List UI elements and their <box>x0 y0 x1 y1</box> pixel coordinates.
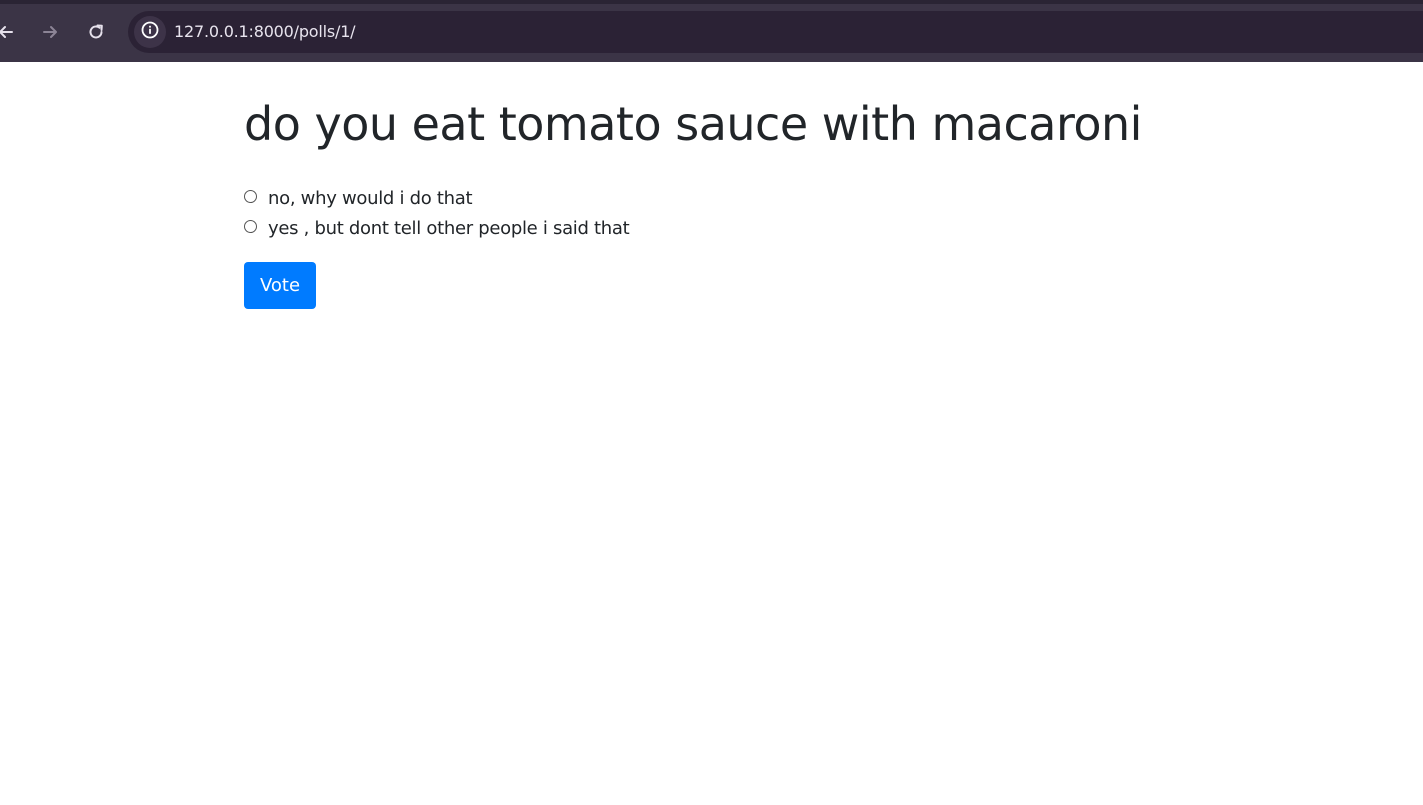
reload-icon <box>86 22 106 42</box>
site-info-button[interactable] <box>134 16 166 48</box>
tab-strip-edge <box>0 0 1423 4</box>
reload-button[interactable] <box>82 18 110 46</box>
arrow-left-icon <box>0 22 16 42</box>
back-button[interactable] <box>0 18 20 46</box>
info-circle-icon <box>140 20 160 44</box>
choice-option[interactable]: yes , but dont tell other people i said … <box>244 214 630 242</box>
poll-question-title: do you eat tomato sauce with macaroni <box>244 97 1142 151</box>
choice-radio[interactable] <box>244 189 257 203</box>
vote-button[interactable]: Vote <box>244 262 316 309</box>
choice-label[interactable]: yes , but dont tell other people i said … <box>268 218 630 239</box>
choice-option[interactable]: no, why would i do that <box>244 184 473 212</box>
url-text[interactable]: 127.0.0.1:8000/polls/1/ <box>174 22 356 41</box>
forward-button[interactable] <box>36 18 64 46</box>
choice-label[interactable]: no, why would i do that <box>268 188 473 209</box>
arrow-right-icon <box>40 22 60 42</box>
choice-radio[interactable] <box>244 219 257 233</box>
browser-toolbar: 127.0.0.1:8000/polls/1/ <box>0 0 1423 62</box>
address-bar[interactable]: 127.0.0.1:8000/polls/1/ <box>128 11 1423 53</box>
